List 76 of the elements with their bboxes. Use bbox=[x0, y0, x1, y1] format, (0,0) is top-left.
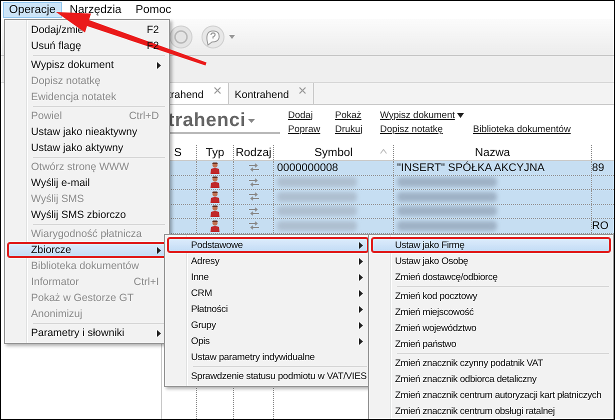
column-header[interactable]: Typ bbox=[197, 145, 234, 160]
menu-item[interactable]: Adresy bbox=[167, 253, 369, 269]
close-icon bbox=[214, 87, 221, 94]
submenu-arrow-icon bbox=[359, 242, 363, 249]
table-cell: 0000000008 bbox=[277, 162, 338, 174]
menu-item[interactable]: Parametry i słowniki bbox=[7, 325, 167, 341]
menu-bar-item[interactable]: Narzędzia bbox=[64, 2, 128, 18]
menu-item[interactable]: Zmień kod pocztowy bbox=[371, 288, 611, 304]
exchange-arrows-icon bbox=[248, 178, 260, 187]
person-icon bbox=[210, 205, 220, 218]
menu-item[interactable]: Grupy bbox=[167, 317, 369, 333]
exchange-arrows-icon bbox=[248, 163, 260, 172]
submenu-arrow-icon bbox=[359, 258, 363, 265]
person-icon bbox=[210, 176, 220, 188]
submenu-arrow-icon bbox=[359, 290, 363, 297]
submenu-arrow-icon bbox=[359, 338, 363, 345]
submenu-arrow-icon bbox=[157, 330, 161, 337]
exchange-arrows-icon bbox=[248, 192, 260, 202]
menu-item[interactable]: Opis bbox=[167, 333, 369, 349]
menu-item[interactable]: Ustaw parametry indywidualne bbox=[167, 349, 369, 365]
caret-icon bbox=[229, 35, 235, 39]
page-title: trahenci bbox=[168, 110, 246, 132]
menu-item[interactable]: Ustaw jako Osobę bbox=[371, 253, 611, 269]
action-link[interactable]: Dodaj bbox=[288, 110, 313, 120]
action-link[interactable]: Dopisz notatkę bbox=[380, 124, 443, 134]
submenu-arrow-icon bbox=[359, 306, 363, 313]
column-header[interactable]: Symbol bbox=[274, 145, 394, 160]
menu-item[interactable]: Podstawowe bbox=[167, 237, 369, 253]
submenu-arrow-icon bbox=[359, 322, 363, 329]
table-cell: "INSERT" SPÓŁKA AKCYJNA bbox=[397, 162, 545, 174]
menu-item[interactable]: Wypisz dokument bbox=[7, 57, 167, 73]
submenu-arrow-icon bbox=[359, 274, 363, 281]
person-icon bbox=[210, 162, 220, 174]
sort-icon bbox=[380, 149, 387, 154]
menu-item[interactable]: Sprawdzenie statusu podmiotu w VAT/VIES bbox=[167, 368, 369, 384]
table-cell: 89 bbox=[592, 162, 604, 174]
menu-item[interactable]: Zmień znacznik centrum obsługi ratalnej bbox=[371, 403, 611, 419]
close-icon bbox=[298, 87, 306, 94]
help-icon bbox=[201, 25, 225, 49]
dropdown-icon bbox=[456, 112, 464, 118]
action-link[interactable]: Drukuj bbox=[335, 124, 362, 134]
tab[interactable]: Kontrahend bbox=[228, 83, 314, 104]
menu-item[interactable]: Zmień znacznik centrum autoryzacji kart płatniczych bbox=[371, 387, 611, 403]
column-header[interactable]: Rodzaj bbox=[234, 145, 274, 160]
menu-item[interactable]: Zmień znacznik czynny podatnik VAT bbox=[371, 355, 611, 371]
menu-item[interactable]: Płatności bbox=[167, 301, 369, 317]
exchange-arrows-icon bbox=[248, 221, 260, 230]
menu-item[interactable]: Zbiorcze bbox=[7, 242, 167, 258]
person-icon bbox=[210, 190, 220, 203]
submenu-arrow-icon bbox=[157, 62, 161, 69]
menu-bar-item[interactable]: Pomoc bbox=[129, 2, 178, 18]
action-link[interactable]: Pokaż bbox=[335, 110, 362, 120]
table-cell: RO bbox=[592, 220, 608, 232]
menu-item[interactable]: CRM bbox=[167, 285, 369, 301]
menu-item[interactable]: Zmień znacznik odbiorca detaliczny bbox=[371, 371, 611, 387]
menu-item[interactable]: Zmień województwo bbox=[371, 320, 611, 336]
menu-item[interactable]: Ustaw jako Firmę bbox=[371, 237, 611, 253]
menu-item[interactable]: Ustaw jako nieaktywny bbox=[7, 124, 167, 140]
menu-item[interactable]: Zmień miejscowość bbox=[371, 304, 611, 320]
menu-item[interactable]: Dodaj/zmie F2 bbox=[7, 22, 167, 38]
person-icon bbox=[210, 220, 220, 232]
action-link[interactable]: Wypisz dokument bbox=[380, 110, 464, 120]
menu-item[interactable]: Zmień państwo bbox=[371, 336, 611, 352]
menu-bar-item[interactable]: Operacje bbox=[3, 2, 62, 18]
round-tool-icon bbox=[169, 25, 193, 49]
column-header[interactable]: Nazwa bbox=[394, 145, 592, 160]
dropdown-icon bbox=[248, 119, 255, 123]
action-link[interactable]: Popraw bbox=[288, 124, 320, 134]
menu-item[interactable]: Wyślij SMS zbiorczo bbox=[7, 207, 167, 223]
menu-item[interactable]: Zmień dostawcę/odbiorcę bbox=[371, 269, 611, 285]
action-link[interactable]: Biblioteka dokumentów bbox=[473, 124, 571, 134]
menu-item[interactable]: Wyślij e-mail bbox=[7, 175, 167, 191]
menu-item[interactable]: Ustaw jako aktywny bbox=[7, 140, 167, 156]
submenu-arrow-icon bbox=[157, 247, 161, 254]
exchange-arrows-icon bbox=[248, 206, 260, 216]
menu-item[interactable]: Inne bbox=[167, 269, 369, 285]
